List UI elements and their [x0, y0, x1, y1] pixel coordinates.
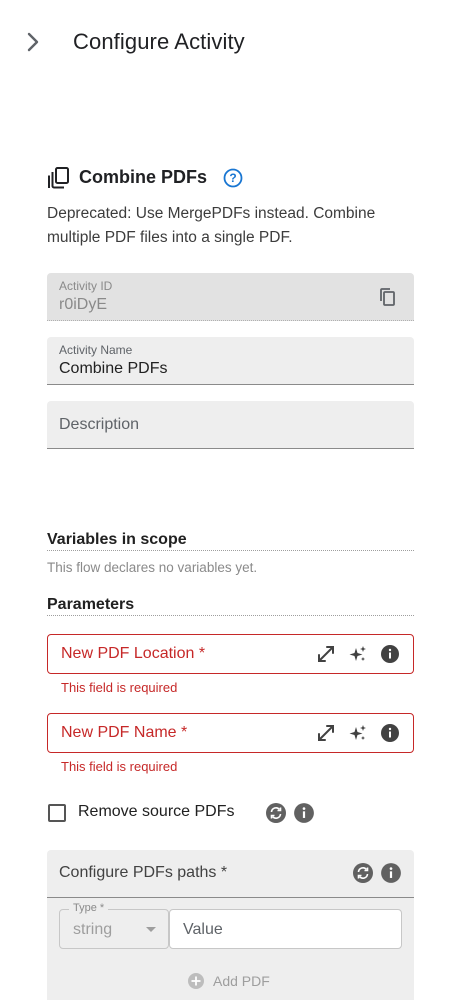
- pdf-paths-panel: Configure PDFs paths * Type * string Val…: [47, 850, 414, 1000]
- expand-icon[interactable]: [315, 643, 337, 665]
- new-pdf-location-label: New PDF Location *: [61, 645, 206, 662]
- pdf-paths-title: Configure PDFs paths *: [59, 864, 228, 881]
- description-field[interactable]: Description: [47, 401, 414, 449]
- new-pdf-location-field[interactable]: New PDF Location *: [47, 634, 414, 674]
- activity-name-label: Activity Name: [59, 343, 133, 357]
- info-icon[interactable]: [293, 802, 315, 824]
- new-pdf-location-error: This field is required: [61, 680, 178, 695]
- expand-panel-button[interactable]: [22, 30, 44, 54]
- page-title: Configure Activity: [73, 29, 245, 54]
- add-circle-icon: [188, 973, 204, 989]
- sync-icon[interactable]: [265, 802, 287, 824]
- activity-id-field: Activity ID r0iDyE: [47, 273, 414, 321]
- type-select-label: Type *: [69, 902, 109, 914]
- caret-down-icon: [146, 927, 156, 932]
- copy-icon[interactable]: [378, 287, 398, 307]
- value-input[interactable]: Value: [169, 909, 402, 949]
- new-pdf-name-field[interactable]: New PDF Name *: [47, 713, 414, 753]
- remove-source-label: Remove source PDFs: [78, 803, 235, 820]
- new-pdf-name-error: This field is required: [61, 759, 178, 774]
- info-icon[interactable]: [379, 643, 401, 665]
- activity-name-field[interactable]: Activity Name Combine PDFs: [47, 337, 414, 385]
- sparkle-icon[interactable]: [347, 722, 369, 744]
- help-circle-icon[interactable]: ?: [222, 167, 244, 189]
- activity-id-label: Activity ID: [59, 279, 113, 293]
- add-pdf-label: Add PDF: [213, 973, 270, 989]
- activity-description: Deprecated: Use MergePDFs instead. Combi…: [47, 205, 376, 246]
- svg-text:?: ?: [229, 171, 236, 185]
- sync-icon[interactable]: [352, 862, 374, 884]
- pdf-paths-header: Configure PDFs paths *: [47, 850, 414, 898]
- activity-name-value: Combine PDFs: [59, 360, 168, 377]
- chevron-right-icon: [27, 32, 39, 52]
- info-icon[interactable]: [380, 862, 402, 884]
- copy-stack-icon: [47, 166, 71, 190]
- activity-id-value: r0iDyE: [59, 296, 108, 313]
- value-placeholder: Value: [183, 921, 223, 938]
- type-select[interactable]: Type * string: [59, 902, 169, 949]
- description-placeholder: Description: [59, 416, 140, 433]
- variables-empty-text: This flow declares no variables yet.: [47, 560, 258, 575]
- type-select-value: string: [73, 921, 113, 938]
- new-pdf-name-label: New PDF Name *: [61, 724, 188, 741]
- remove-source-checkbox[interactable]: [48, 804, 66, 822]
- expand-icon[interactable]: [315, 722, 337, 744]
- variables-heading: Variables in scope: [47, 531, 414, 551]
- sparkle-icon[interactable]: [347, 643, 369, 665]
- parameters-heading: Parameters: [47, 596, 414, 616]
- activity-title: Combine PDFs: [79, 167, 208, 187]
- add-pdf-button[interactable]: Add PDF: [187, 972, 270, 990]
- info-icon[interactable]: [379, 722, 401, 744]
